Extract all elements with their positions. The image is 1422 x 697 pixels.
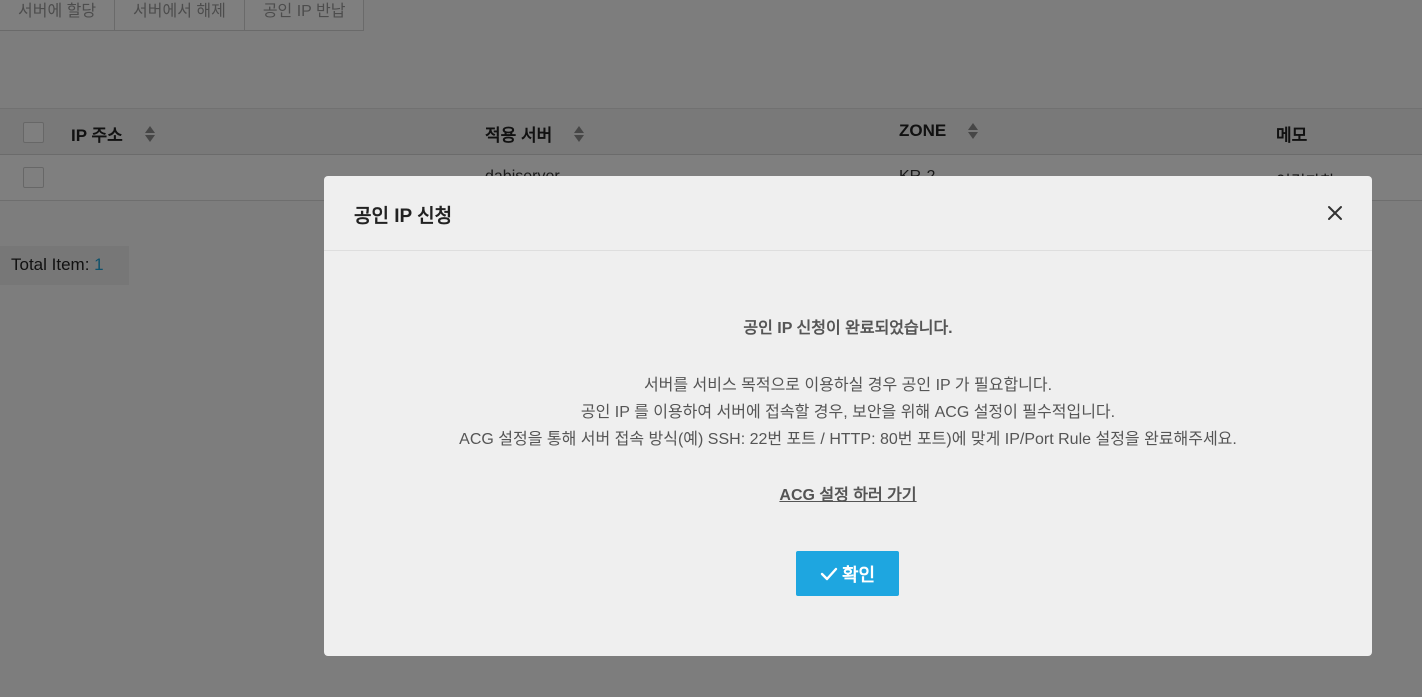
- info-line-3: ACG 설정을 통해 서버 접속 방식(예) SSH: 22번 포트 / HTT…: [459, 431, 1237, 448]
- info-line-1: 서버를 서비스 목적으로 이용하실 경우 공인 IP 가 필요합니다.: [643, 377, 1053, 394]
- acg-settings-link[interactable]: ACG 설정 하러 가기: [779, 487, 916, 504]
- public-ip-dialog: 공인 IP 신청 공인 IP 신청이 완료되었습니다. 서버를 서비스 목적으로…: [324, 176, 1372, 656]
- acg-settings-link-wrap: ACG 설정 하러 가기: [324, 481, 1372, 505]
- confirm-label: 확인: [841, 564, 876, 585]
- dialog-header: 공인 IP 신청: [324, 176, 1372, 251]
- close-icon[interactable]: [1326, 204, 1344, 222]
- completion-message: 공인 IP 신청이 완료되었습니다.: [743, 320, 953, 337]
- info-line-2: 공인 IP 를 이용하여 서버에 접속할 경우, 보안을 위해 ACG 설정이 …: [580, 404, 1116, 421]
- confirm-button[interactable]: 확인: [796, 551, 899, 596]
- check-icon: [820, 567, 838, 580]
- dialog-title: 공인 IP 신청: [354, 206, 453, 227]
